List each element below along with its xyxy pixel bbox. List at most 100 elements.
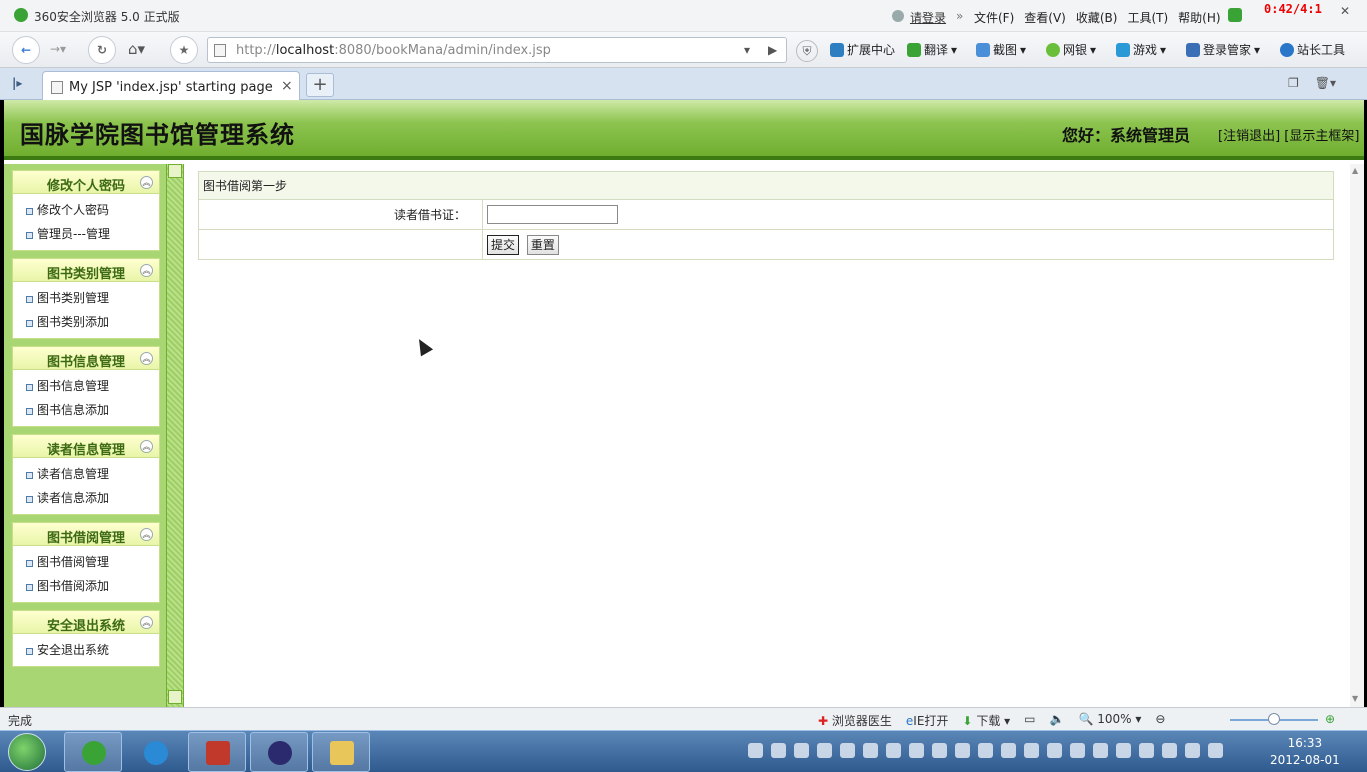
taskbar-clock[interactable]: 16:33 2012-08-01 xyxy=(1270,735,1340,769)
menu-group-header[interactable]: 图书类别管理 ︽ xyxy=(12,258,160,282)
home-button[interactable]: ⌂▾ xyxy=(128,40,145,58)
qq-icon[interactable] xyxy=(840,743,855,758)
address-bar[interactable]: http://localhost:8080/bookMana/admin/ind… xyxy=(207,37,787,63)
tray-icon[interactable] xyxy=(794,743,809,758)
collapse-icon[interactable]: ︽ xyxy=(140,528,153,541)
close-window-icon[interactable]: ✕ xyxy=(1330,4,1360,22)
tray-icon[interactable] xyxy=(1047,743,1062,758)
tray-icon[interactable] xyxy=(1001,743,1016,758)
close-tab-icon[interactable]: × xyxy=(281,78,293,94)
collapse-icon[interactable]: ︽ xyxy=(140,616,153,629)
menu-group-header[interactable]: 安全退出系统 ︽ xyxy=(12,610,160,634)
new-tab-button[interactable]: + xyxy=(306,73,334,97)
taskbar-toolbox[interactable] xyxy=(188,732,246,772)
collapse-icon[interactable]: ︽ xyxy=(140,352,153,365)
scroll-down-icon[interactable]: ▼ xyxy=(1352,694,1358,703)
menu-group-header[interactable]: 读者信息管理 ︽ xyxy=(12,434,160,458)
taskbar-eclipse[interactable] xyxy=(250,732,308,772)
qq-icon[interactable] xyxy=(886,743,901,758)
sidebar-item-reader-add[interactable]: 读者信息添加 xyxy=(13,486,159,510)
sidebar-item-exit-system[interactable]: 安全退出系统 xyxy=(13,638,159,662)
toolbar-extensions[interactable]: 扩展中心 xyxy=(830,41,895,58)
tray-icon[interactable] xyxy=(932,743,947,758)
back-button[interactable]: ← xyxy=(12,36,40,64)
flag-icon[interactable] xyxy=(1139,743,1154,758)
scroll-up-icon[interactable]: ▲ xyxy=(1352,166,1358,175)
menu-tools[interactable]: 工具(T) xyxy=(1127,9,1168,26)
submit-button[interactable]: 提交 xyxy=(487,234,520,255)
menu-group-header[interactable]: 图书信息管理 ︽ xyxy=(12,346,160,370)
collapse-icon[interactable]: ︽ xyxy=(140,176,153,189)
qq-icon[interactable] xyxy=(817,743,832,758)
forward-button[interactable]: →▾ xyxy=(50,42,66,56)
address-dropdown-icon[interactable]: ▾ xyxy=(744,43,750,57)
zoom-out-icon[interactable]: ⊖ xyxy=(1155,712,1165,729)
volume-icon[interactable]: 🔈 xyxy=(1050,712,1065,729)
sidebar-item-change-password[interactable]: 修改个人密码 xyxy=(13,198,159,222)
splitter-handle-bottom[interactable] xyxy=(168,690,182,704)
shield-icon[interactable] xyxy=(1024,743,1039,758)
menu-group-header[interactable]: 图书借阅管理 ︽ xyxy=(12,522,160,546)
toolbar-ebank[interactable]: 网银 ▾ xyxy=(1046,41,1096,58)
sidebar-item-admin-manage[interactable]: 管理员---管理 xyxy=(13,222,159,246)
toolbar-login-manager[interactable]: 登录管家 ▾ xyxy=(1186,41,1260,58)
tray-icon[interactable] xyxy=(771,743,786,758)
logout-link[interactable]: [注销退出] xyxy=(1218,129,1280,144)
trash-icon[interactable]: 🗑▾ xyxy=(1315,76,1336,90)
open-in-ie-button[interactable]: eIE打开 xyxy=(906,712,949,729)
sidebar-item-book-add[interactable]: 图书信息添加 xyxy=(13,398,159,422)
toolbar-games[interactable]: 游戏 ▾ xyxy=(1116,41,1166,58)
frame-splitter[interactable] xyxy=(166,164,184,707)
tab-index-jsp[interactable]: My JSP 'index.jsp' starting page × xyxy=(42,71,300,100)
sidebar-item-category-manage[interactable]: 图书类别管理 xyxy=(13,286,159,310)
menu-favorites[interactable]: 收藏(B) xyxy=(1076,9,1118,26)
login-link[interactable]: 请登录 xyxy=(910,9,946,26)
network-icon[interactable] xyxy=(1162,743,1177,758)
taskbar-explorer[interactable] xyxy=(312,732,370,772)
sidebar-item-book-manage[interactable]: 图书信息管理 xyxy=(13,374,159,398)
tray-icon[interactable] xyxy=(1116,743,1131,758)
download-button[interactable]: ⬇ 下载 ▾ xyxy=(962,712,1010,729)
menu-file[interactable]: 文件(F) xyxy=(974,9,1014,26)
menu-help[interactable]: 帮助(H) xyxy=(1178,9,1220,26)
keyboard-icon[interactable] xyxy=(748,743,763,758)
collapse-icon[interactable]: ︽ xyxy=(140,264,153,277)
reader-card-input[interactable] xyxy=(487,205,618,224)
menu-view[interactable]: 查看(V) xyxy=(1024,9,1066,26)
restore-tabs-icon[interactable]: ❐ xyxy=(1288,76,1299,90)
tray-icon[interactable] xyxy=(955,743,970,758)
show-main-frame-link[interactable]: [显示主框架] xyxy=(1284,129,1359,144)
qq-icon[interactable] xyxy=(909,743,924,758)
shield-icon[interactable]: ⛨ xyxy=(796,40,818,62)
tray-icon[interactable] xyxy=(1093,743,1108,758)
skin-icon[interactable] xyxy=(1228,8,1242,22)
taskbar-ie[interactable] xyxy=(126,732,184,772)
toolbar-screenshot[interactable]: 截图 ▾ xyxy=(976,41,1026,58)
start-button[interactable] xyxy=(8,733,46,771)
address-url[interactable]: http://localhost:8080/bookMana/admin/ind… xyxy=(236,43,551,58)
favorite-star-button[interactable]: ★ xyxy=(170,36,198,64)
network-icon[interactable] xyxy=(1185,743,1200,758)
taskbar-360-browser[interactable] xyxy=(64,732,122,772)
menu-group-header[interactable]: 修改个人密码 ︽ xyxy=(12,170,160,194)
toolbar-translate[interactable]: 翻译 ▾ xyxy=(907,41,957,58)
toolbar-webmaster[interactable]: 站长工具 xyxy=(1280,41,1345,58)
sidebar-item-reader-manage[interactable]: 读者信息管理 xyxy=(13,462,159,486)
sidebar-item-borrow-add[interactable]: 图书借阅添加 xyxy=(13,574,159,598)
zoom-in-icon[interactable]: ⊕ xyxy=(1325,712,1335,726)
splitter-handle-top[interactable] xyxy=(168,164,182,178)
sidebar-toggle-icon[interactable]: |▸ xyxy=(12,76,22,90)
tray-icon[interactable] xyxy=(978,743,993,758)
sidebar-item-category-add[interactable]: 图书类别添加 xyxy=(13,310,159,334)
sidebar-item-borrow-manage[interactable]: 图书借阅管理 xyxy=(13,550,159,574)
zoom-level[interactable]: 🔍 100% ▾ xyxy=(1078,712,1141,729)
qq-icon[interactable] xyxy=(863,743,878,758)
page-scrollbar[interactable]: ▲ ▼ xyxy=(1350,164,1364,707)
go-icon[interactable]: ▶ xyxy=(768,43,777,57)
zoom-slider-thumb[interactable] xyxy=(1268,713,1280,725)
window-icon[interactable]: ▭ xyxy=(1024,712,1035,729)
refresh-button[interactable]: ↻ xyxy=(88,36,116,64)
collapse-icon[interactable]: ︽ xyxy=(140,440,153,453)
tray-icon[interactable] xyxy=(1070,743,1085,758)
browser-doctor-button[interactable]: ✚ 浏览器医生 xyxy=(818,712,892,729)
